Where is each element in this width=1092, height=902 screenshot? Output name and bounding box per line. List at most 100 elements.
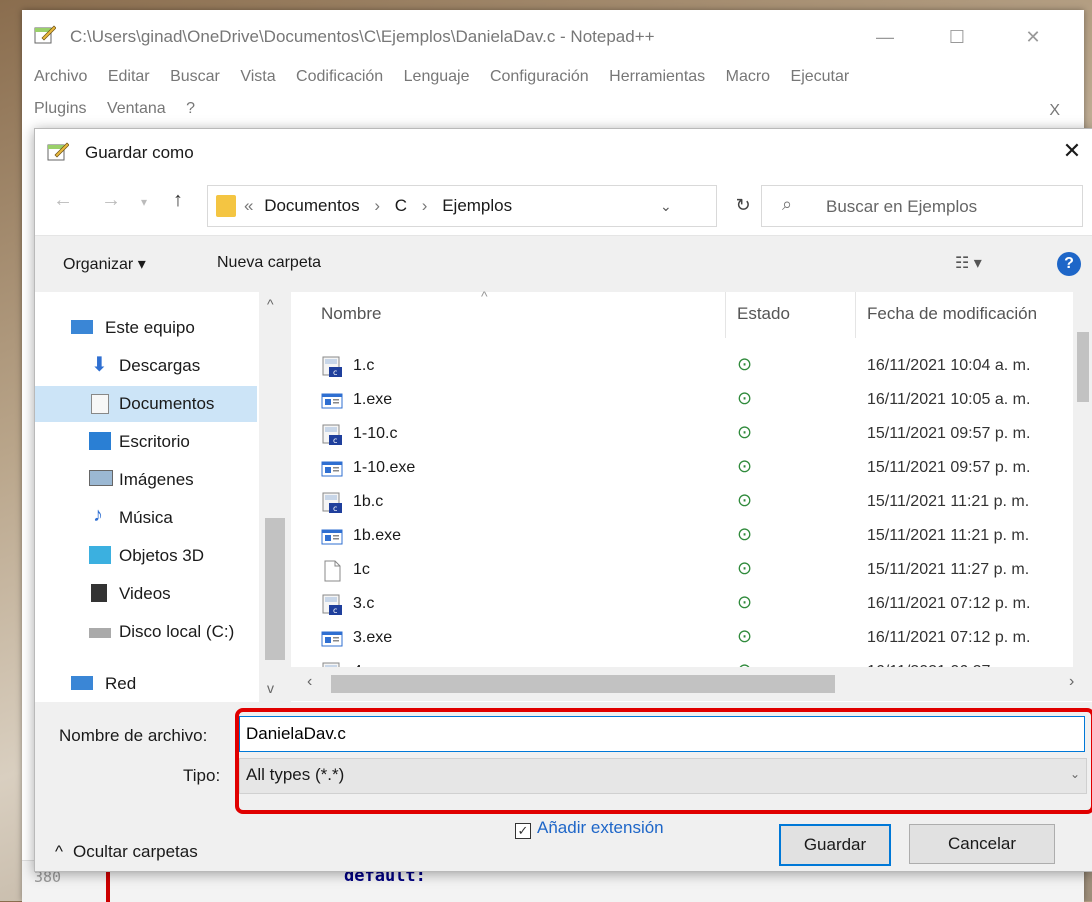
search-box[interactable]: ⌕ Buscar en Ejemplos (761, 185, 1083, 227)
scroll-down-icon[interactable]: v (267, 680, 274, 696)
column-divider[interactable] (725, 292, 726, 338)
nav-label: Red (105, 674, 137, 693)
menu-bar-row2: Plugins Ventana ? (34, 100, 211, 118)
table-row[interactable]: c 1-10.c ⊙ 15/11/2021 09:57 p. m. (291, 418, 1081, 452)
menu-ventana[interactable]: Ventana (107, 100, 166, 118)
breadcrumb-ejemplos[interactable]: Ejemplos (442, 196, 512, 215)
nav-item-red[interactable]: Red (35, 666, 257, 702)
table-row[interactable]: 3.exe ⊙ 16/11/2021 07:12 p. m. (291, 622, 1081, 656)
maximize-button[interactable]: ☐ (934, 20, 980, 54)
scroll-up-icon[interactable]: ^ (267, 296, 274, 312)
close-window-button[interactable]: ✕ (1010, 20, 1056, 54)
file-date: 15/11/2021 09:57 p. m. (867, 459, 1031, 476)
column-header-status[interactable]: Estado (737, 304, 790, 324)
breadcrumb-overflow[interactable]: « (244, 196, 253, 215)
view-options-icon[interactable]: ☷ ▾ (955, 253, 982, 273)
table-row[interactable]: 1.exe ⊙ 16/11/2021 10:05 a. m. (291, 384, 1081, 418)
videos-icon (91, 584, 107, 602)
column-divider[interactable] (855, 292, 856, 338)
sync-status-icon: ⊙ (737, 456, 753, 476)
table-row[interactable]: c 1.c ⊙ 16/11/2021 10:04 a. m. (291, 350, 1081, 384)
menu-bar: Archivo Editar Buscar Vista Codificación… (34, 68, 865, 86)
table-row[interactable]: 1-10.exe ⊙ 15/11/2021 09:57 p. m. (291, 452, 1081, 486)
menu-herramientas[interactable]: Herramientas (609, 68, 705, 86)
nav-item-disco-local[interactable]: Disco local (C:) (35, 614, 257, 650)
nav-item-musica[interactable]: ♪ Música (35, 500, 257, 536)
forward-arrow-icon[interactable]: → (101, 189, 121, 212)
address-bar[interactable]: « Documentos › C › Ejemplos ⌄ (207, 185, 717, 227)
menu-lenguaje[interactable]: Lenguaje (404, 68, 470, 86)
nav-item-imagenes[interactable]: Imágenes (35, 462, 257, 498)
scroll-left-icon[interactable]: ‹ (307, 673, 312, 691)
type-label: Tipo: (183, 766, 221, 785)
menu-help[interactable]: ? (186, 100, 195, 118)
file-date: 15/11/2021 11:21 p. m. (867, 527, 1030, 544)
save-as-dialog: Guardar como ✕ ← → ▾ ↑ « Documentos › C … (34, 128, 1092, 872)
chevron-down-icon[interactable]: ⌄ (660, 198, 672, 215)
table-row[interactable]: 1c ⊙ 15/11/2021 11:27 p. m. (291, 554, 1081, 588)
file-name: 1-10.c (353, 425, 398, 442)
sync-status-icon: ⊙ (737, 490, 753, 510)
nav-label: Imágenes (119, 470, 194, 489)
menu-macro[interactable]: Macro (726, 68, 770, 86)
nav-label: Música (119, 508, 173, 527)
minimize-button[interactable]: — (862, 20, 908, 54)
refresh-icon[interactable]: ↻ (723, 185, 763, 225)
file-name: 3.c (353, 595, 375, 612)
save-button[interactable]: Guardar (779, 824, 891, 866)
table-row[interactable]: 1b.exe ⊙ 15/11/2021 11:21 p. m. (291, 520, 1081, 554)
sync-status-icon: ⊙ (737, 592, 753, 612)
menu-editar[interactable]: Editar (108, 68, 150, 86)
help-icon[interactable]: ? (1057, 252, 1081, 276)
svg-text:c: c (333, 606, 337, 615)
nav-label: Documentos (119, 394, 215, 413)
nav-item-videos[interactable]: Videos (35, 576, 257, 612)
scrollbar-thumb[interactable] (331, 675, 835, 693)
file-name: 1.c (353, 357, 375, 374)
file-name: 1b.exe (353, 527, 402, 544)
scroll-right-icon[interactable]: › (1069, 673, 1074, 691)
dialog-close-button[interactable]: ✕ (1057, 135, 1087, 167)
file-date: 15/11/2021 11:21 p. m. (867, 493, 1030, 510)
nav-item-documentos[interactable]: Documentos (35, 386, 257, 422)
menu-buscar[interactable]: Buscar (170, 68, 220, 86)
table-row[interactable]: c 3.c ⊙ 16/11/2021 07:12 p. m. (291, 588, 1081, 622)
annotation-highlight (235, 708, 1092, 814)
menu-configuracion[interactable]: Configuración (490, 68, 589, 86)
scrollbar-thumb[interactable] (265, 518, 285, 660)
menu-vista[interactable]: Vista (240, 68, 275, 86)
file-list-scrollbar[interactable] (1073, 292, 1092, 687)
hide-folders-button[interactable]: ^ Ocultar carpetas (55, 842, 198, 862)
new-folder-button[interactable]: Nueva carpeta (217, 254, 321, 272)
exe-file-icon (321, 628, 343, 650)
nav-item-descargas[interactable]: ⬇ Descargas (35, 348, 257, 384)
title-bar: C:\Users\ginad\OneDrive\Documentos\C\Eje… (22, 10, 1084, 58)
nav-item-este-equipo[interactable]: Este equipo (35, 310, 257, 346)
nav-item-escritorio[interactable]: Escritorio (35, 424, 257, 460)
folder-icon (216, 195, 236, 217)
recent-dropdown-icon[interactable]: ▾ (141, 195, 147, 209)
back-arrow-icon[interactable]: ← (53, 189, 73, 212)
menu-archivo[interactable]: Archivo (34, 68, 87, 86)
hide-folders-label: Ocultar carpetas (72, 842, 198, 861)
cancel-button[interactable]: Cancelar (909, 824, 1055, 864)
file-date: 16/11/2021 10:05 a. m. (867, 391, 1031, 408)
breadcrumb-c[interactable]: C (395, 196, 407, 215)
nav-scrollbar[interactable]: ^ v (259, 292, 291, 702)
exe-file-icon (321, 458, 343, 480)
horizontal-scrollbar[interactable]: ‹ › (291, 667, 1092, 701)
table-row[interactable]: c 1b.c ⊙ 15/11/2021 11:21 p. m. (291, 486, 1081, 520)
menu-codificacion[interactable]: Codificación (296, 68, 383, 86)
close-document-button[interactable]: X (1049, 102, 1060, 120)
organize-button[interactable]: Organizar ▾ (63, 254, 146, 274)
scrollbar-thumb[interactable] (1077, 332, 1089, 402)
up-arrow-icon[interactable]: ↑ (173, 189, 183, 212)
menu-ejecutar[interactable]: Ejecutar (791, 68, 850, 86)
column-header-date[interactable]: Fecha de modificación (867, 304, 1037, 324)
breadcrumb-documentos[interactable]: Documentos (264, 196, 359, 215)
column-header-name[interactable]: Nombre (321, 304, 381, 324)
nav-item-objetos-3d[interactable]: Objetos 3D (35, 538, 257, 574)
menu-plugins[interactable]: Plugins (34, 100, 86, 118)
nav-label: Disco local (C:) (119, 622, 235, 641)
add-extension-checkbox[interactable]: ✓ Añadir extensión (515, 818, 664, 839)
